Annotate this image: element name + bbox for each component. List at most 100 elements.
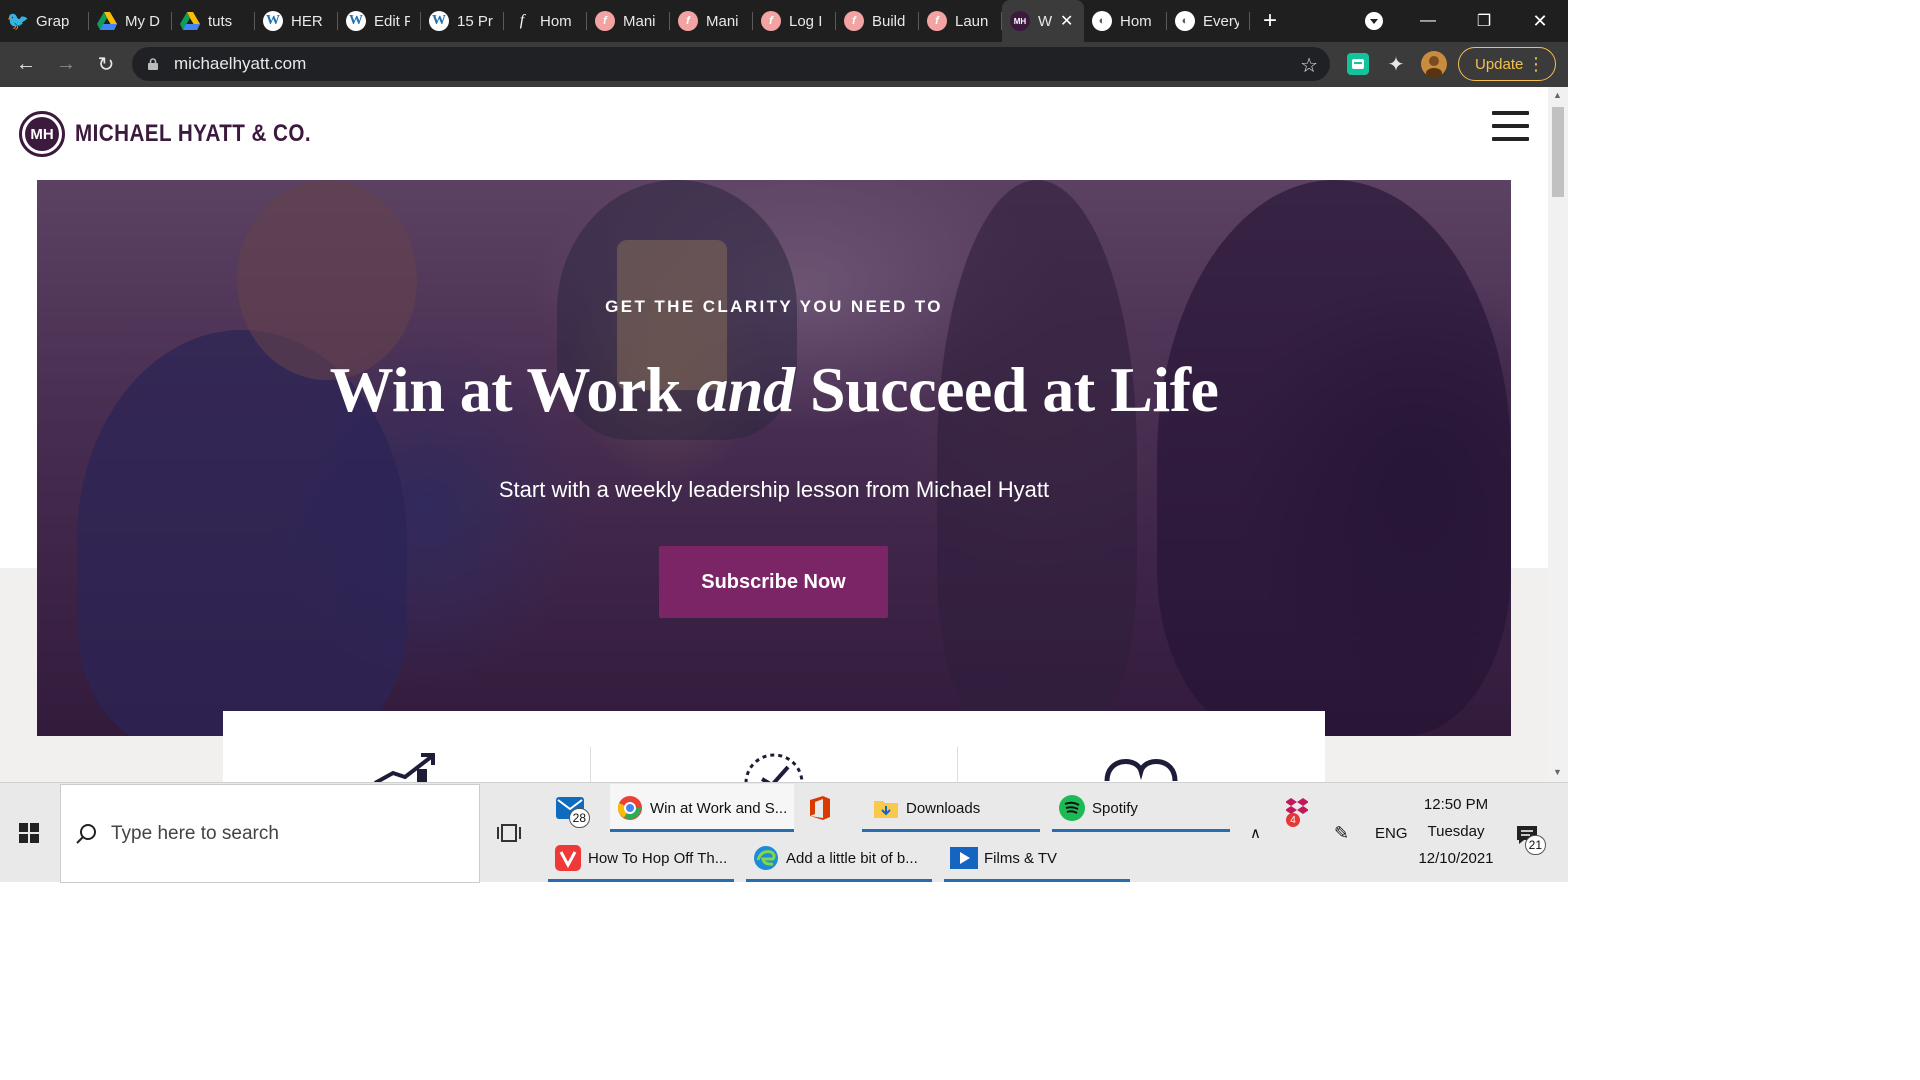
- wordpress-icon: W: [429, 11, 449, 31]
- url-text: michaelhyatt.com: [174, 54, 307, 73]
- new-tab-button[interactable]: +: [1250, 0, 1290, 42]
- close-window-icon[interactable]: ✕: [1512, 0, 1568, 42]
- tab-7[interactable]: f Mani: [587, 0, 670, 42]
- mail-taskbar-button[interactable]: 28: [556, 784, 600, 832]
- extensions-puzzle-icon[interactable]: ✦: [1382, 50, 1410, 78]
- page-scrollbar[interactable]: ▲ ▼: [1548, 87, 1568, 782]
- tab-8[interactable]: f Mani: [670, 0, 753, 42]
- scroll-up-icon[interactable]: ▲: [1553, 90, 1562, 100]
- tab-active[interactable]: MH W ✕: [1002, 0, 1084, 42]
- spotify-taskbar-button[interactable]: Spotify: [1052, 784, 1230, 832]
- mail-icon: 28: [556, 794, 590, 828]
- tab-label: tuts: [208, 12, 233, 30]
- hamburger-menu-icon[interactable]: [1492, 111, 1529, 141]
- grammarly-extension-icon[interactable]: [1344, 50, 1372, 78]
- mail-unread-badge: 28: [568, 808, 590, 828]
- back-icon[interactable]: ←: [6, 44, 46, 84]
- address-bar[interactable]: michaelhyatt.com ☆: [132, 47, 1330, 81]
- open-indicator: [862, 829, 1040, 832]
- profile-avatar[interactable]: [1420, 50, 1448, 78]
- edge-taskbar-button[interactable]: Add a little bit of b...: [746, 834, 932, 882]
- features-card: [223, 711, 1325, 782]
- films-tv-icon: [950, 844, 978, 872]
- web-page: MH MICHAEL HYATT & CO. GET THE CLARITY Y…: [0, 87, 1548, 782]
- hero-headline: Win at Work and Succeed at Life: [37, 353, 1511, 427]
- downloads-taskbar-button[interactable]: Downloads: [862, 784, 1040, 832]
- tab-label: 15 Pr: [457, 12, 493, 30]
- headline-italic: and: [696, 354, 795, 425]
- headline-part-1: Win at Work: [329, 354, 682, 425]
- language-indicator[interactable]: ENG: [1375, 783, 1408, 883]
- tab-14[interactable]: ◐ Every: [1167, 0, 1250, 42]
- tab-search-icon[interactable]: [1346, 0, 1402, 42]
- tab-5[interactable]: W 15 Pr: [421, 0, 504, 42]
- vivaldi-taskbar-button[interactable]: How To Hop Off Th...: [548, 834, 734, 882]
- scrollbar-thumb[interactable]: [1552, 107, 1564, 197]
- tab-4[interactable]: W Edit F: [338, 0, 421, 42]
- tab-1[interactable]: My D: [89, 0, 172, 42]
- site-logo[interactable]: MH MICHAEL HYATT & CO.: [19, 111, 349, 157]
- dropbox-tray-icon[interactable]: 4: [1286, 795, 1310, 827]
- circle-f-icon: f: [761, 11, 781, 31]
- logo-text: MICHAEL HYATT & CO.: [75, 120, 311, 147]
- notifications-badge: 21: [1524, 835, 1546, 855]
- chrome-taskbar-button[interactable]: Win at Work and S...: [610, 784, 794, 832]
- tab-11[interactable]: f Laun: [919, 0, 1002, 42]
- clock-date: 12/10/2021: [1418, 850, 1494, 867]
- tab-3[interactable]: W HER: [255, 0, 338, 42]
- bookmark-star-icon[interactable]: ☆: [1300, 53, 1318, 78]
- update-button[interactable]: Update ⋮: [1458, 47, 1556, 81]
- tab-label: My D: [125, 12, 160, 30]
- hero-banner: GET THE CLARITY YOU NEED TO Win at Work …: [37, 180, 1511, 736]
- tab-9[interactable]: f Log I: [753, 0, 836, 42]
- pen-tray-icon[interactable]: ✎: [1334, 783, 1349, 883]
- office-taskbar-button[interactable]: [806, 784, 846, 832]
- clock-day: Tuesday: [1427, 823, 1485, 840]
- search-icon: [76, 823, 96, 844]
- folder-icon: [872, 794, 900, 822]
- taskbar-search-input[interactable]: Type here to search: [60, 784, 480, 883]
- circle-swirl-icon: ◐: [1175, 11, 1195, 31]
- kebab-menu-icon[interactable]: ⋮: [1527, 54, 1545, 74]
- scroll-down-icon[interactable]: ▼: [1553, 767, 1562, 777]
- tab-10[interactable]: f Build: [836, 0, 919, 42]
- tab-label: Laun: [955, 12, 989, 30]
- tab-label: Hom: [1120, 12, 1152, 30]
- google-drive-icon: [97, 11, 117, 31]
- tab-label: Grap: [36, 12, 70, 30]
- hero-eyebrow: GET THE CLARITY YOU NEED TO: [605, 297, 943, 316]
- lock-icon: [148, 58, 158, 70]
- subscribe-button[interactable]: Subscribe Now: [659, 546, 888, 618]
- google-drive-icon: [180, 11, 200, 31]
- reload-icon[interactable]: ↻: [86, 44, 126, 84]
- restore-icon[interactable]: ❐: [1456, 0, 1512, 42]
- taskbar-app-label: Add a little bit of b...: [786, 849, 918, 867]
- growth-chart-icon: [374, 753, 435, 782]
- open-indicator: [1052, 829, 1230, 832]
- notifications-icon[interactable]: 21: [1516, 821, 1546, 855]
- office-icon: [806, 794, 834, 822]
- circle-f-icon: f: [595, 11, 615, 31]
- tab-label: W: [1038, 12, 1052, 30]
- windows-start-icon[interactable]: [0, 783, 58, 883]
- forward-icon[interactable]: →: [46, 44, 86, 84]
- tab-6[interactable]: f Hom: [504, 0, 587, 42]
- tab-2[interactable]: tuts: [172, 0, 255, 42]
- search-placeholder: Type here to search: [111, 822, 279, 844]
- tab-label: HER: [291, 12, 323, 30]
- taskbar-app-label: How To Hop Off Th...: [588, 849, 728, 867]
- films-tv-taskbar-button[interactable]: Films & TV: [944, 834, 1130, 882]
- system-clock[interactable]: 12:50 PM Tuesday 12/10/2021: [1408, 791, 1504, 872]
- update-label: Update: [1475, 55, 1524, 73]
- tab-0[interactable]: 🐦 Grap: [0, 0, 89, 42]
- stopwatch-icon: [744, 753, 804, 782]
- show-hidden-icons-chevron-icon[interactable]: ∧: [1250, 783, 1261, 883]
- tab-label: Log I: [789, 12, 823, 30]
- minimize-icon[interactable]: —: [1400, 0, 1456, 42]
- task-view-icon[interactable]: [496, 821, 522, 845]
- tab-label: Build: [872, 12, 906, 30]
- chrome-icon: [616, 794, 644, 822]
- tab-13[interactable]: ◐ Hom: [1084, 0, 1167, 42]
- divider: [590, 747, 591, 782]
- close-tab-icon[interactable]: ✕: [1060, 11, 1073, 31]
